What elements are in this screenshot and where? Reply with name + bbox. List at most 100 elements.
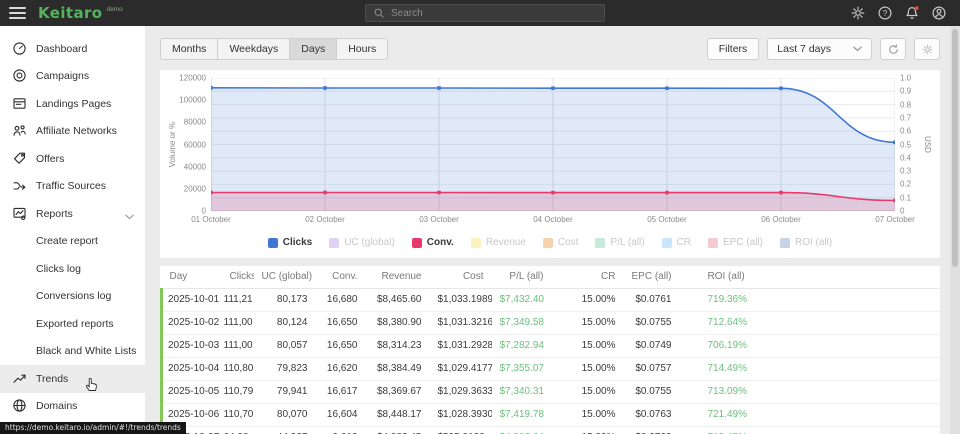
sidebar-item-dashboard[interactable]: Dashboard [0,35,145,63]
refresh-button[interactable] [880,38,906,60]
menu-toggle-icon[interactable] [9,7,26,19]
cell-clicks: 111,21 [222,288,254,311]
table-row: 2025-10-04110,8079,82316,620$8,384.49$1,… [162,357,941,380]
y-tick-left: 60000 [184,140,206,149]
cell-epc-all: $0.0755 [624,311,680,334]
x-tick: 04 October [533,215,573,224]
y-tick-left: 40000 [184,162,206,171]
sidebar-item-traffic-sources[interactable]: Traffic Sources [0,173,145,201]
cell-conv: 16,650 [316,334,366,357]
sidebar: Dashboard Campaigns Landings PagesAffiliat… [0,26,145,434]
cell-p-l-all: $7,355.07 [492,357,552,380]
legend-item-epc-all[interactable]: EPC (all) [708,237,763,248]
trends-icon [12,371,28,387]
cell-p-l-all: $7,282.94 [492,334,552,357]
sidebar-item-affiliate-networks[interactable]: Affiliate Networks [0,118,145,146]
legend-item-p-l-all[interactable]: P/L (all) [595,237,644,248]
tab-days[interactable]: Days [290,39,337,59]
cell-uc-global: 80,173 [254,288,316,311]
table-row: 2025-10-05110,7979,94116,617$8,369.67$1,… [162,380,941,403]
cell-filler [775,357,941,380]
traffic-icon [12,178,28,194]
cell-roi-all: 714.49% [680,357,775,380]
legend-label: ROI (all) [795,237,832,248]
dashboard-icon [12,41,28,57]
scrollbar-thumb[interactable] [952,29,958,267]
chart-canvas [211,78,895,211]
sidebar-item-offers[interactable]: Offers [0,145,145,173]
cell-p-l-all: $7,349.58 [492,311,552,334]
legend-label: UC (global) [344,237,395,248]
legend-label: P/L (all) [610,237,644,248]
sidebar-item-trends[interactable]: Trends [0,365,145,393]
legend-item-cost[interactable]: Cost [543,237,579,248]
landings-icon [12,96,28,112]
filters-button[interactable]: Filters [707,38,760,60]
chart-settings-button[interactable] [914,38,940,60]
trends-toolbar: MonthsWeekdaysDaysHours Filters Last 7 d… [160,38,940,60]
sidebar-item-landings-pages[interactable]: Landings Pages [0,90,145,118]
sidebar-item-create-report[interactable]: Create report [0,228,145,256]
profile-icon[interactable] [931,5,947,21]
legend-item-clicks[interactable]: Clicks [268,237,312,248]
toolbar-right: Filters Last 7 days [707,38,940,60]
legend-item-roi-all[interactable]: ROI (all) [780,237,832,248]
settings-gear-icon[interactable] [850,5,866,21]
cell-cost: $1,029.3633 [430,380,492,403]
sidebar-item-domains[interactable]: Domains [0,393,145,421]
col-header-p-l-all: P/L (all) [492,266,552,288]
topbar: Keitaro demo Search ? [0,0,960,26]
legend-swatch [543,238,553,248]
cell-uc-global: 80,057 [254,334,316,357]
cell-conv: 16,680 [316,288,366,311]
cell-cr: 15.00% [552,311,624,334]
col-header-revenue: Revenue [366,266,430,288]
trends-chart-plot[interactable] [211,78,895,211]
sidebar-item-label: Domains [36,400,77,412]
help-icon[interactable]: ? [877,5,893,21]
y-tick-right: 0.1 [900,193,911,202]
legend-item-cr[interactable]: CR [662,237,691,248]
col-header-clicks: Clicks [222,266,254,288]
legend-swatch [329,238,339,248]
cell-cost: $1,029.4177 [430,357,492,380]
gear-icon [921,43,934,56]
tab-weekdays[interactable]: Weekdays [218,39,290,59]
legend-swatch [471,238,481,248]
sidebar-item-campaigns[interactable]: Campaigns [0,63,145,91]
cell-cr: 15.00% [552,334,624,357]
sidebar-item-black-and-white-lists[interactable]: Black and White Lists [0,338,145,366]
cell-day: 2025-10-05 [162,380,222,403]
brand-logo[interactable]: Keitaro demo [38,4,123,22]
legend-item-uc-global[interactable]: UC (global) [329,237,395,248]
sidebar-item-reports[interactable]: Reports [0,200,145,228]
trends-chart-card: Volume or % 0200004000060000800001000001… [160,70,940,258]
cell-day: 2025-10-02 [162,311,222,334]
cell-clicks: 110,79 [222,380,254,403]
page-scrollbar [950,26,960,434]
legend-item-conv[interactable]: Conv. [412,237,454,248]
search-input[interactable]: Search [365,4,605,22]
legend-label: EPC (all) [723,237,763,248]
x-axis-ticks: 01 October02 October03 October04 October… [211,211,895,227]
sidebar-item-clicks-log[interactable]: Clicks log [0,255,145,283]
col-header-day: Day [162,266,222,288]
y-axis-ticks-right: 00.10.20.30.40.50.60.70.80.91.0 [895,78,921,211]
legend-item-revenue[interactable]: Revenue [471,237,526,248]
offers-icon [12,151,28,167]
notifications-bell-icon[interactable] [904,5,920,21]
trends-table-card: DayClicksUC (global)Conv.RevenueCostP/L … [160,266,940,434]
tab-months[interactable]: Months [161,39,218,59]
cell-epc-all: $0.0755 [624,380,680,403]
brand-name: Keitaro [38,4,102,22]
status-url: https://demo.keitaro.io/admin/#!/trends/… [0,422,186,434]
cell-day: 2025-10-01 [162,288,222,311]
date-range-select[interactable]: Last 7 days [767,38,872,60]
sidebar-item-exported-reports[interactable]: Exported reports [0,310,145,338]
sidebar-item-conversions-log[interactable]: Conversions log [0,283,145,311]
tab-hours[interactable]: Hours [337,39,387,59]
cell-conv: 9,612 [316,426,366,434]
sidebar-item-label: Campaigns [36,70,89,82]
legend-label: Revenue [486,237,526,248]
col-header-uc-global: UC (global) [254,266,316,288]
